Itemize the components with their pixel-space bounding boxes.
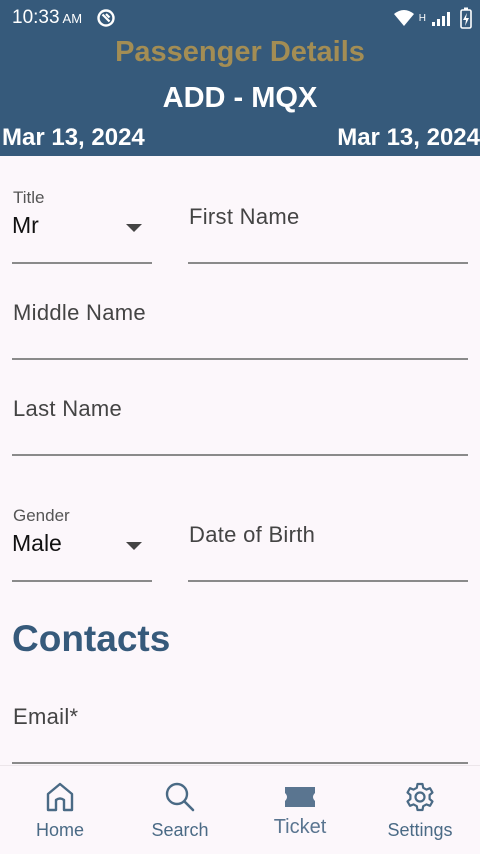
middle-name-field[interactable]: Middle Name <box>12 286 468 360</box>
nav-label-home: Home <box>35 820 84 840</box>
last-name-field[interactable]: Last Name <box>12 382 468 456</box>
home-icon <box>45 780 75 814</box>
status-ampm: AM <box>62 10 83 26</box>
nav-label-search: Search <box>151 820 209 840</box>
contacts-heading: Contacts <box>12 618 171 659</box>
status-bar: 10:33 AM H <box>12 6 472 30</box>
nav-label-ticket: Ticket <box>273 816 327 838</box>
wifi-icon <box>393 9 415 27</box>
middle-name-label: Middle Name <box>13 300 146 325</box>
nav-item-home[interactable]: Home <box>0 766 120 854</box>
gear-icon <box>404 780 436 814</box>
gender-dropdown[interactable]: Gender Male <box>12 506 152 582</box>
title-value: Mr <box>12 212 39 238</box>
battery-icon <box>460 7 472 29</box>
caret-down-icon <box>126 224 142 232</box>
ticket-icon <box>283 780 317 814</box>
network-type: H <box>418 12 426 24</box>
email-label: Email* <box>13 704 79 729</box>
page-title: Passenger Details <box>115 36 365 68</box>
nav-item-search[interactable]: Search <box>120 766 240 854</box>
title-dropdown[interactable]: Title Mr <box>12 188 152 264</box>
departure-date: Mar 13, 2024 <box>2 124 145 151</box>
last-name-label: Last Name <box>13 396 123 421</box>
date-of-birth-label: Date of Birth <box>189 522 316 547</box>
route-code: ADD - MQX <box>162 82 318 114</box>
search-icon <box>164 780 196 814</box>
status-time: 10:33 <box>12 7 60 28</box>
first-name-label: First Name <box>189 204 300 229</box>
gender-value: Male <box>12 530 62 556</box>
nav-item-ticket[interactable]: Ticket <box>240 766 360 854</box>
date-of-birth-field[interactable]: Date of Birth <box>188 508 468 582</box>
nav-item-settings[interactable]: Settings <box>360 766 480 854</box>
email-field[interactable]: Email* <box>12 690 468 764</box>
first-name-field[interactable]: First Name <box>188 190 468 264</box>
app-header: 10:33 AM H Passenger Details ADD - MQX M… <box>0 0 480 156</box>
data-saver-icon <box>96 8 116 28</box>
title-label: Title <box>13 188 45 207</box>
signal-icon <box>432 10 454 26</box>
return-date: Mar 13, 2024 <box>337 124 480 151</box>
caret-down-icon <box>126 542 142 550</box>
nav-label-settings: Settings <box>387 820 453 840</box>
gender-label: Gender <box>13 506 70 525</box>
bottom-navigation: Home Search Ticket Settings <box>0 765 480 854</box>
